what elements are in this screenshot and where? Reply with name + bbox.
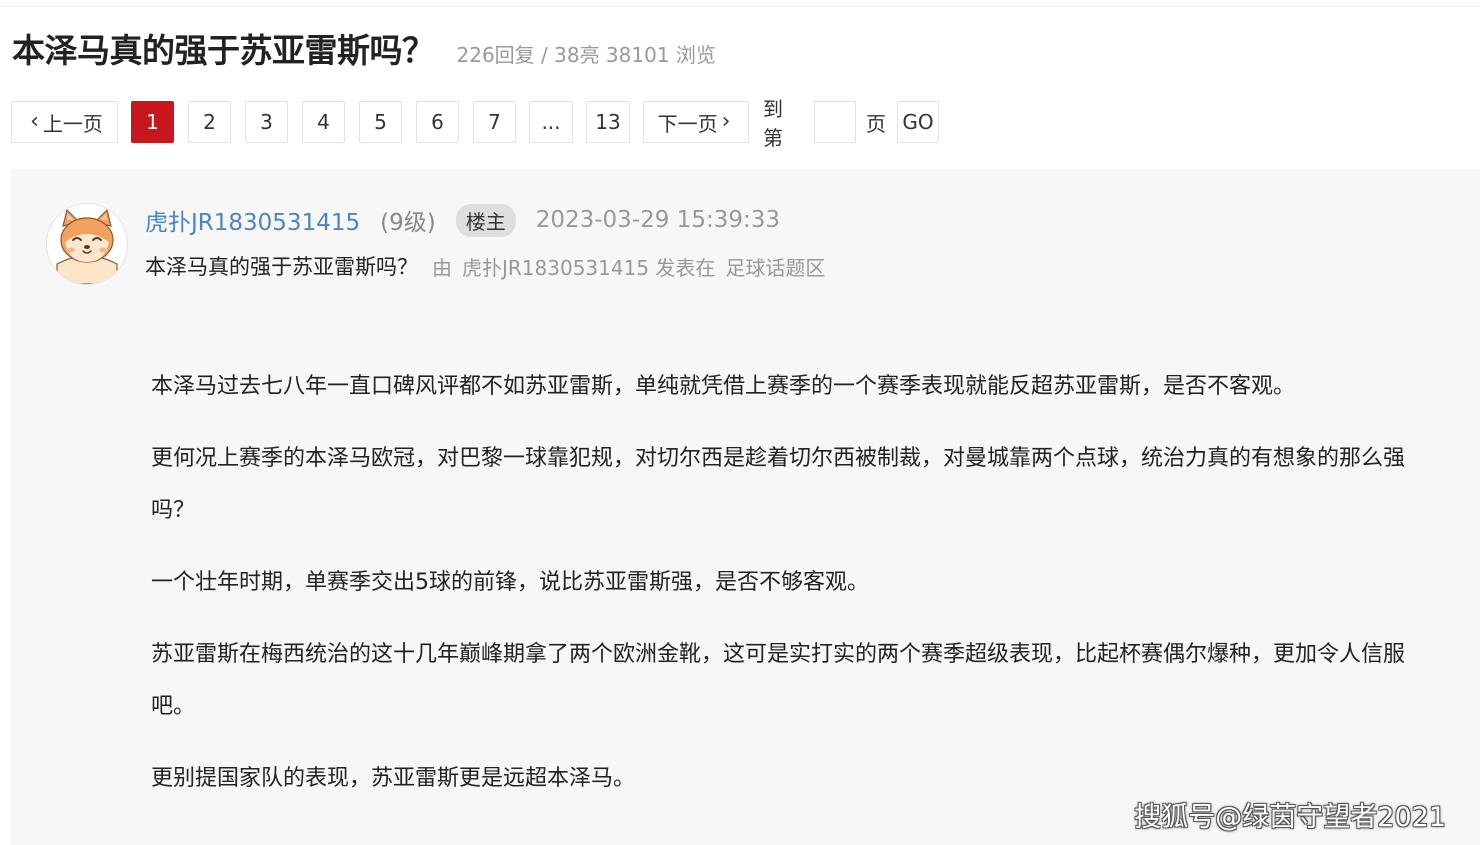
goto-prefix-label: 到第 bbox=[763, 97, 783, 150]
post-paragraph: 更何况上赛季的本泽马欧冠，对巴黎一球靠犯规，对切尔西是趁着切尔西被制裁，对曼城靠… bbox=[151, 446, 1406, 523]
post-body: 本泽马过去七八年一直口碑风评都不如苏亚雷斯，单纯就凭借上赛季的一个赛季表现就能反… bbox=[151, 361, 1436, 825]
page-ellipsis[interactable]: ... bbox=[529, 101, 573, 143]
next-page-label: 下一页 bbox=[657, 111, 718, 136]
next-page-button[interactable]: 下一页 › bbox=[643, 101, 749, 143]
prev-page-label: 上一页 bbox=[42, 111, 103, 136]
page-link-5[interactable]: 5 bbox=[359, 101, 402, 143]
page-link-13[interactable]: 13 bbox=[586, 101, 630, 143]
goto-page-input[interactable] bbox=[814, 101, 856, 143]
page-link-2[interactable]: 2 bbox=[188, 101, 231, 143]
page-link-3[interactable]: 3 bbox=[245, 101, 288, 143]
board-link[interactable]: 足球话题区 bbox=[725, 252, 825, 281]
thread-header: 本泽马真的强于苏亚雷斯吗？ 226回复 / 38亮 38101 浏览 bbox=[12, 24, 716, 74]
fox-avatar-icon bbox=[47, 204, 127, 284]
goto-suffix-label: 页 bbox=[866, 111, 886, 136]
go-button[interactable]: GO bbox=[897, 101, 939, 143]
post-panel: 虎扑JR1830531415 (9级) 楼主 2023-03-29 15:39:… bbox=[11, 169, 1480, 845]
page-link-6[interactable]: 6 bbox=[416, 101, 459, 143]
username-link[interactable]: 虎扑JR1830531415 bbox=[145, 203, 360, 237]
page-link-1[interactable]: 1 bbox=[131, 101, 174, 143]
post-subtitle: 本泽马真的强于苏亚雷斯吗？ bbox=[145, 255, 418, 279]
post-subtitle-line: 本泽马真的强于苏亚雷斯吗？ 由 虎扑JR1830531415 发表在 足球话题区 bbox=[145, 249, 825, 283]
post-paragraph: 一个壮年时期，单赛季交出5球的前锋，说比苏亚雷斯强，是否不够客观。 bbox=[151, 570, 869, 595]
page-title: 本泽马真的强于苏亚雷斯吗？ bbox=[12, 31, 435, 70]
post-paragraph: 本泽马过去七八年一直口碑风评都不如苏亚雷斯，单纯就凭借上赛季的一个赛季表现就能反… bbox=[151, 374, 1296, 399]
post-author-line: 虎扑JR1830531415 (9级) 楼主 2023-03-29 15:39:… bbox=[145, 201, 780, 239]
avatar[interactable] bbox=[46, 203, 128, 285]
watermark: 搜狐号@绿茵守望者2021 bbox=[1134, 802, 1446, 833]
post-time: 2023-03-29 15:39:33 bbox=[535, 207, 780, 233]
op-badge: 楼主 bbox=[455, 203, 516, 237]
prev-page-button[interactable]: ‹ 上一页 bbox=[11, 101, 118, 143]
user-level: (9级) bbox=[380, 210, 436, 236]
top-divider bbox=[0, 6, 1480, 7]
chevron-right-icon: › bbox=[721, 109, 731, 134]
page-link-7[interactable]: 7 bbox=[473, 101, 516, 143]
thread-stats: 226回复 / 38亮 38101 浏览 bbox=[456, 43, 716, 67]
post-paragraph: 苏亚雷斯在梅西统治的这十几年巅峰期拿了两个欧洲金靴，这可是实打实的两个赛季超级表… bbox=[151, 642, 1406, 719]
author-link[interactable]: 虎扑JR1830531415 发表在 bbox=[462, 252, 715, 281]
chevron-left-icon: ‹ bbox=[30, 109, 39, 134]
by-label: 由 bbox=[432, 255, 452, 280]
page-link-4[interactable]: 4 bbox=[302, 101, 345, 143]
